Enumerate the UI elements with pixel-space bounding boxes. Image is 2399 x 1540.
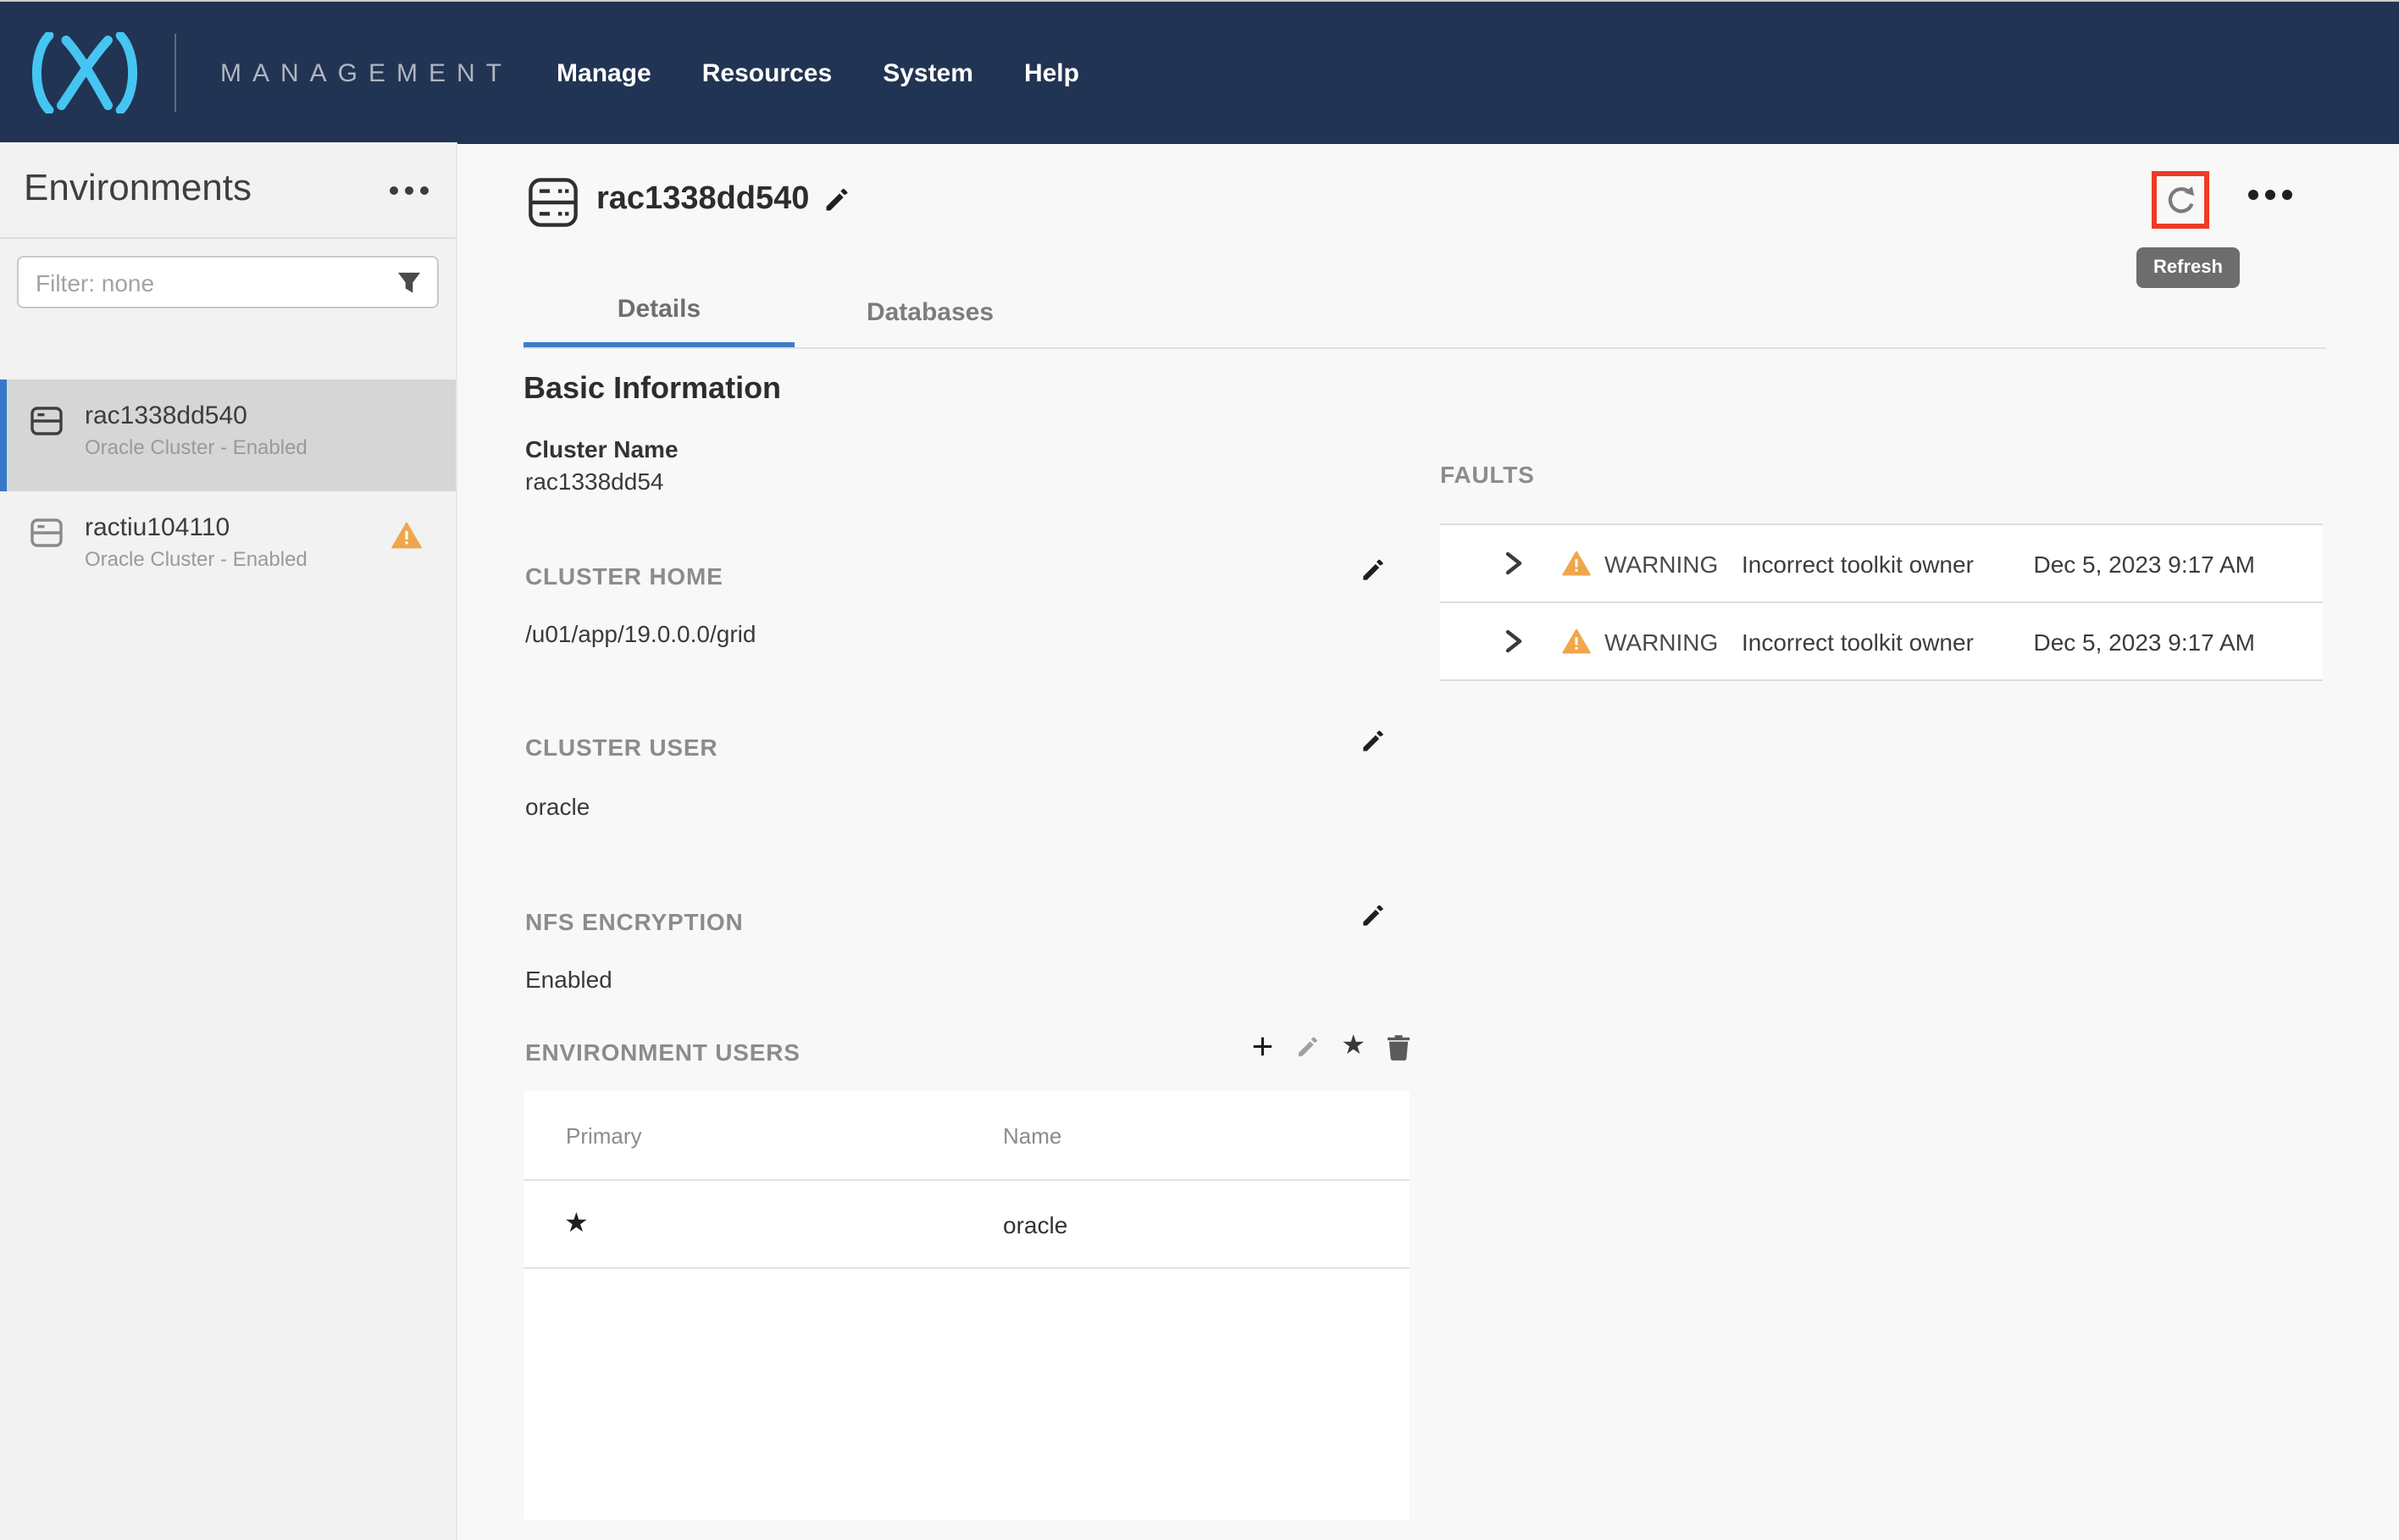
header-more-menu-icon[interactable] — [2248, 190, 2292, 200]
fault-row[interactable]: WARNING Incorrect toolkit owner Dec 5, 2… — [1440, 603, 2323, 681]
tab-details[interactable]: Details — [524, 276, 795, 347]
sidebar-header: Environments — [0, 142, 456, 237]
top-menu: Manage Resources System Help — [557, 58, 1079, 87]
warning-triangle-icon — [1562, 629, 1591, 654]
environment-users-toolbar: + ★ — [1252, 1032, 1410, 1062]
environment-users-heading: ENVIRONMENT USERS — [525, 1039, 801, 1066]
nfs-encryption-value: Enabled — [525, 966, 612, 993]
environment-list-item-rac1338dd540[interactable]: rac1338dd540 Oracle Cluster - Enabled — [0, 379, 456, 491]
refresh-button[interactable] — [2152, 171, 2209, 229]
cluster-home-label: CLUSTER HOME — [525, 562, 723, 590]
fault-severity: WARNING — [1562, 628, 1742, 655]
brand-label: MANAGEMENT — [220, 58, 512, 87]
chevron-right-icon[interactable] — [1504, 551, 1532, 576]
cluster-home-value: /u01/app/19.0.0.0/grid — [525, 620, 756, 647]
sidebar-title: Environments — [24, 166, 252, 210]
menu-item-resources[interactable]: Resources — [702, 58, 832, 87]
basic-information-section: Basic Information Cluster Name rac1338dd… — [524, 371, 1410, 1520]
topbar-divider — [175, 34, 176, 112]
detail-tabs: Details Databases — [524, 276, 2326, 349]
column-header-primary: Primary — [566, 1123, 642, 1149]
menu-item-help[interactable]: Help — [1024, 58, 1079, 87]
fault-severity: WARNING — [1562, 550, 1742, 577]
edit-nfs-encryption-pencil-icon[interactable] — [1360, 903, 1386, 937]
warning-triangle-icon — [391, 522, 422, 557]
cluster-user-value: oracle — [525, 793, 590, 820]
filter-funnel-icon[interactable] — [396, 270, 422, 294]
environment-users-table: Primary Name ★ oracle — [524, 1091, 1410, 1520]
delete-user-trash-icon[interactable] — [1388, 1034, 1410, 1060]
edit-title-pencil-icon[interactable] — [823, 186, 850, 222]
page-title: rac1338dd540 — [596, 181, 809, 219]
environment-filter — [17, 256, 439, 308]
edit-cluster-user-pencil-icon[interactable] — [1360, 728, 1386, 762]
severity-label: WARNING — [1604, 550, 1718, 577]
cluster-name-value: rac1338dd54 — [525, 468, 664, 495]
fault-row[interactable]: WARNING Incorrect toolkit owner Dec 5, 2… — [1440, 525, 2323, 603]
environments-sidebar: Environments rac1338dd540 Oracle Cl — [0, 142, 457, 1540]
fault-date: Dec 5, 2023 9:17 AM — [2033, 628, 2255, 655]
host-server-icon — [30, 518, 63, 556]
edit-cluster-home-pencil-icon[interactable] — [1360, 557, 1386, 591]
environment-list-item-ractiu104110[interactable]: ractiu104110 Oracle Cluster - Enabled — [0, 491, 456, 603]
sidebar-more-menu-icon[interactable] — [390, 186, 429, 195]
environment-name: rac1338dd540 — [85, 402, 247, 430]
faults-section: FAULTS WARNING Incorrect toolkit owner D… — [1440, 461, 2323, 681]
sidebar-divider — [0, 237, 456, 239]
delphix-logo-icon — [29, 32, 141, 114]
cluster-host-icon — [529, 178, 578, 235]
menu-item-manage[interactable]: Manage — [557, 58, 651, 87]
fault-title: Incorrect toolkit owner — [1742, 628, 2033, 655]
fault-title: Incorrect toolkit owner — [1742, 550, 2033, 577]
filter-input[interactable] — [19, 269, 396, 296]
environment-status: Oracle Cluster - Enabled — [85, 547, 307, 571]
environment-list: rac1338dd540 Oracle Cluster - Enabled ra… — [0, 379, 456, 603]
warning-triangle-icon — [1562, 551, 1591, 576]
column-header-name: Name — [1003, 1123, 1061, 1149]
faults-table: WARNING Incorrect toolkit owner Dec 5, 2… — [1440, 523, 2323, 681]
primary-star-icon: ★ — [564, 1206, 589, 1240]
app-window: MANAGEMENT Manage Resources System Help … — [0, 0, 2399, 1540]
environment-detail-panel: rac1338dd540 Refresh Details Databases B… — [456, 142, 2399, 1540]
cluster-user-label: CLUSTER USER — [525, 734, 717, 761]
set-primary-star-icon[interactable]: ★ — [1341, 1033, 1366, 1061]
add-user-plus-icon[interactable]: + — [1252, 1032, 1274, 1062]
section-title: Basic Information — [524, 371, 781, 407]
faults-heading: FAULTS — [1440, 461, 2323, 488]
tab-databases[interactable]: Databases — [795, 276, 1066, 347]
edit-user-pencil-icon[interactable] — [1295, 1035, 1319, 1059]
top-navigation-bar: MANAGEMENT Manage Resources System Help — [0, 0, 2399, 144]
cluster-name-label: Cluster Name — [525, 435, 679, 463]
table-row-oracle[interactable]: ★ oracle — [524, 1181, 1410, 1269]
severity-label: WARNING — [1604, 628, 1718, 655]
environment-status: Oracle Cluster - Enabled — [85, 435, 307, 459]
table-header-row: Primary Name — [524, 1091, 1410, 1181]
nfs-encryption-label: NFS ENCRYPTION — [525, 908, 744, 935]
chevron-right-icon[interactable] — [1504, 629, 1532, 654]
user-name: oracle — [1003, 1211, 1067, 1238]
menu-item-system[interactable]: System — [883, 58, 973, 87]
fault-date: Dec 5, 2023 9:17 AM — [2033, 550, 2255, 577]
host-server-icon — [30, 407, 63, 444]
environment-name: ractiu104110 — [85, 513, 230, 542]
